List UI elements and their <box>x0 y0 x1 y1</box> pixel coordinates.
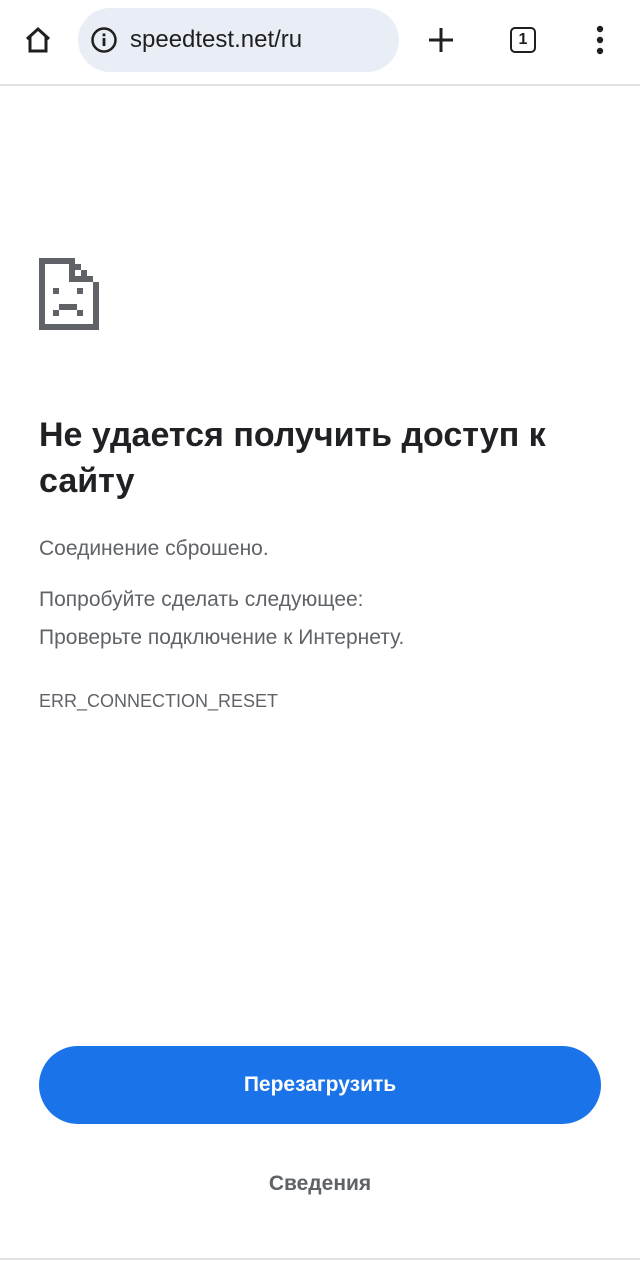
error-title: Не удается получить доступ к сайту <box>39 416 546 500</box>
new-tab-button[interactable] <box>421 20 461 60</box>
more-vert-icon <box>596 25 604 55</box>
address-bar[interactable]: speedtest.net/ru <box>78 8 399 72</box>
tab-switcher-icon: 1 <box>510 27 536 53</box>
bottom-divider <box>0 1258 640 1260</box>
home-button[interactable] <box>18 20 58 60</box>
details-button[interactable]: Сведения <box>220 1164 420 1204</box>
tab-switcher-button[interactable]: 1 <box>503 20 543 60</box>
home-icon <box>25 26 51 53</box>
tab-count: 1 <box>518 31 528 48</box>
error-code: ERR_CONNECTION_RESET <box>39 691 279 711</box>
menu-button[interactable] <box>580 20 620 60</box>
url-text[interactable]: speedtest.net/ru <box>130 27 302 53</box>
sad-page-icon <box>39 258 99 330</box>
info-icon[interactable] <box>90 26 118 54</box>
suggestion-heading: Попробуйте сделать следующее: <box>39 588 364 611</box>
browser-toolbar: speedtest.net/ru 1 <box>0 0 640 86</box>
suggestion-item: Проверьте подключение к Интернету. <box>39 626 405 649</box>
reload-button[interactable]: Перезагрузить <box>39 1046 601 1124</box>
plus-icon <box>429 28 453 52</box>
error-message: Соединение сброшено. <box>39 537 269 560</box>
